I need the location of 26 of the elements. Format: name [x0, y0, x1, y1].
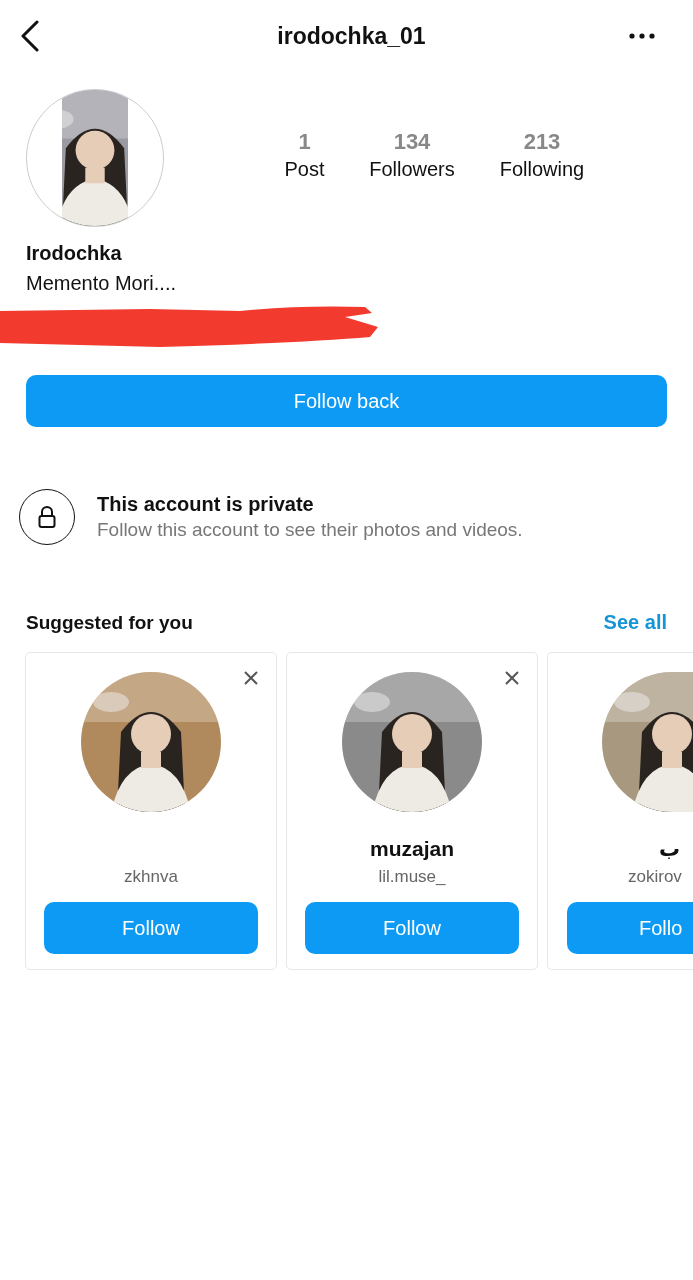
private-title: This account is private — [97, 492, 315, 517]
close-icon[interactable] — [505, 671, 519, 685]
profile-username: irodochka_01 — [277, 22, 426, 50]
close-icon[interactable] — [244, 671, 258, 685]
stat-label: Post — [284, 157, 325, 182]
profile-name: Irodochka — [26, 241, 123, 266]
private-description: Follow this account to see their photos and videos. — [97, 518, 523, 542]
stat-count: 134 — [393, 129, 431, 155]
suggestion-handle: lil.muse_ — [378, 866, 446, 888]
stat-label: Following — [499, 157, 585, 182]
follow-button[interactable]: Follow — [44, 902, 258, 954]
back-button[interactable] — [20, 20, 40, 52]
suggestion-handle: zokirov — [628, 866, 682, 888]
section-title: Suggested for you — [26, 611, 193, 634]
profile-bio: Memento Mori.... — [26, 271, 178, 296]
follow-button[interactable]: Follow — [305, 902, 519, 954]
suggestion-name: ب — [658, 837, 680, 860]
suggestion-name: muzajan — [370, 837, 454, 860]
see-all-link[interactable]: See all — [603, 611, 667, 634]
follow-button[interactable]: Follo — [567, 902, 693, 954]
suggestion-handle: zkhnva — [124, 866, 178, 888]
stat-count: 213 — [523, 129, 561, 155]
more-icon[interactable] — [629, 33, 655, 39]
stat-count: 1 — [298, 129, 311, 155]
stat-label: Followers — [369, 157, 455, 182]
follow-back-button[interactable]: Follow back — [26, 375, 667, 427]
